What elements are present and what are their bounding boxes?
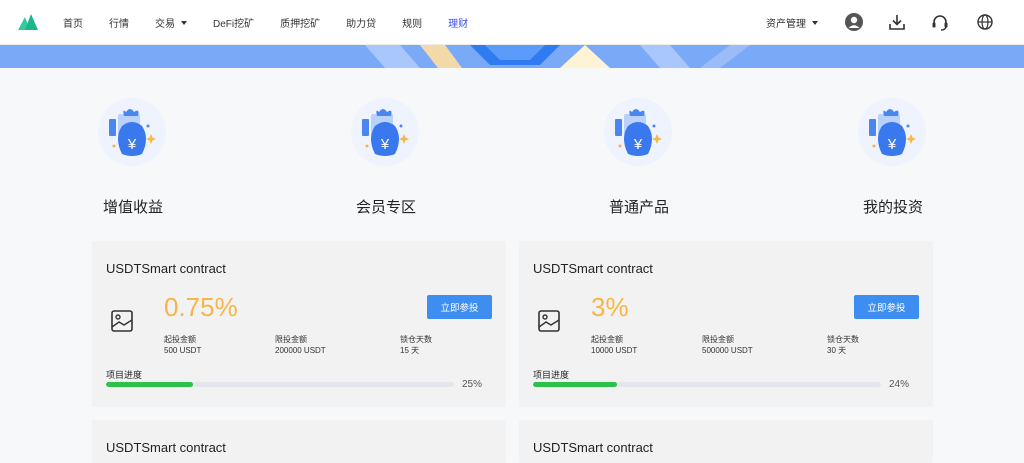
progress-label: 项目进度 <box>106 370 143 380</box>
svg-text:¥: ¥ <box>887 136 897 153</box>
chevron-down-icon <box>812 20 818 25</box>
category-my-investments[interactable]: ¥ 我的投资 <box>856 96 996 216</box>
nav-item-defi-mining[interactable]: DeFi挖矿 <box>213 15 254 30</box>
nav-item-markets[interactable]: 行情 <box>109 15 129 30</box>
lock-days: 锁仓天数 15 天 <box>400 335 432 355</box>
category-label: 普通产品 <box>609 199 670 216</box>
money-bag-icon: ¥ <box>604 98 672 166</box>
download-icon[interactable] <box>887 12 907 32</box>
max-investment: 限投金额 500000 USDT <box>702 335 753 355</box>
category-regular-products[interactable]: ¥ 普通产品 <box>602 96 742 216</box>
progress-fill <box>533 382 617 387</box>
nav-item-trade[interactable]: 交易 <box>155 15 187 30</box>
nav-item-rules[interactable]: 规则 <box>402 15 422 30</box>
image-placeholder-icon <box>111 310 133 332</box>
product-card: USDTSmart contract 0.75% 立即参投 起投金额 500 U… <box>92 241 506 407</box>
yield-rate: 3% <box>591 292 629 322</box>
nav-item-home[interactable]: 首页 <box>63 15 83 30</box>
progress-bar <box>106 382 454 387</box>
svg-text:¥: ¥ <box>127 136 137 153</box>
progress-bar <box>533 382 881 387</box>
product-title: USDTSmart contract <box>106 261 226 276</box>
image-placeholder-icon <box>538 310 560 332</box>
product-title: USDTSmart contract <box>533 261 653 276</box>
progress-percent: 24% <box>889 379 910 390</box>
product-title: USDTSmart contract <box>533 440 653 455</box>
banner-graphic <box>365 45 750 68</box>
svg-text:¥: ¥ <box>380 136 390 153</box>
invest-now-button[interactable]: 立即参投 <box>427 295 492 319</box>
category-label: 我的投资 <box>863 199 924 216</box>
category-label: 增值收益 <box>103 199 164 216</box>
product-title: USDTSmart contract <box>106 440 226 455</box>
headset-icon[interactable] <box>930 12 950 32</box>
money-bag-icon: ¥ <box>98 98 166 166</box>
product-card: USDTSmart contract 3% 立即参投 起投金额 10000 US… <box>519 241 933 407</box>
svg-text:¥: ¥ <box>633 136 643 153</box>
money-bag-icon: ¥ <box>858 98 926 166</box>
progress-percent: 25% <box>462 379 483 390</box>
yield-rate: 0.75% <box>164 292 238 322</box>
category-label: 会员专区 <box>356 199 417 216</box>
min-investment: 起投金额 500 USDT <box>164 335 202 355</box>
max-investment: 限投金额 200000 USDT <box>275 335 326 355</box>
progress-label: 项目进度 <box>533 370 570 380</box>
money-bag-icon: ¥ <box>351 98 419 166</box>
asset-management-menu[interactable]: 资产管理 <box>766 0 818 45</box>
nav-item-loan[interactable]: 助力贷 <box>346 15 376 30</box>
top-navbar: 首页 行情 交易 DeFi挖矿 质押挖矿 助力贷 规则 理财 资产管理 <box>0 0 1024 45</box>
category-value-added[interactable]: ¥ 增值收益 <box>96 96 236 216</box>
invest-now-button[interactable]: 立即参投 <box>854 295 919 319</box>
lock-days: 锁仓天数 30 天 <box>827 335 859 355</box>
user-avatar-icon[interactable] <box>844 12 864 32</box>
globe-icon[interactable] <box>975 12 995 32</box>
banner-image <box>0 45 1024 68</box>
nav-item-staking-mining[interactable]: 质押挖矿 <box>280 15 320 30</box>
nav-menu: 首页 行情 交易 DeFi挖矿 质押挖矿 助力贷 规则 理财 <box>63 0 494 45</box>
logo-icon[interactable] <box>18 14 38 30</box>
category-vip-zone[interactable]: ¥ 会员专区 <box>349 96 489 216</box>
product-card: USDTSmart contract <box>92 420 506 463</box>
min-investment: 起投金额 10000 USDT <box>591 335 638 355</box>
product-card: USDTSmart contract <box>519 420 933 463</box>
nav-item-wealth[interactable]: 理财 <box>448 15 468 30</box>
chevron-down-icon <box>181 20 187 25</box>
progress-fill <box>106 382 193 387</box>
